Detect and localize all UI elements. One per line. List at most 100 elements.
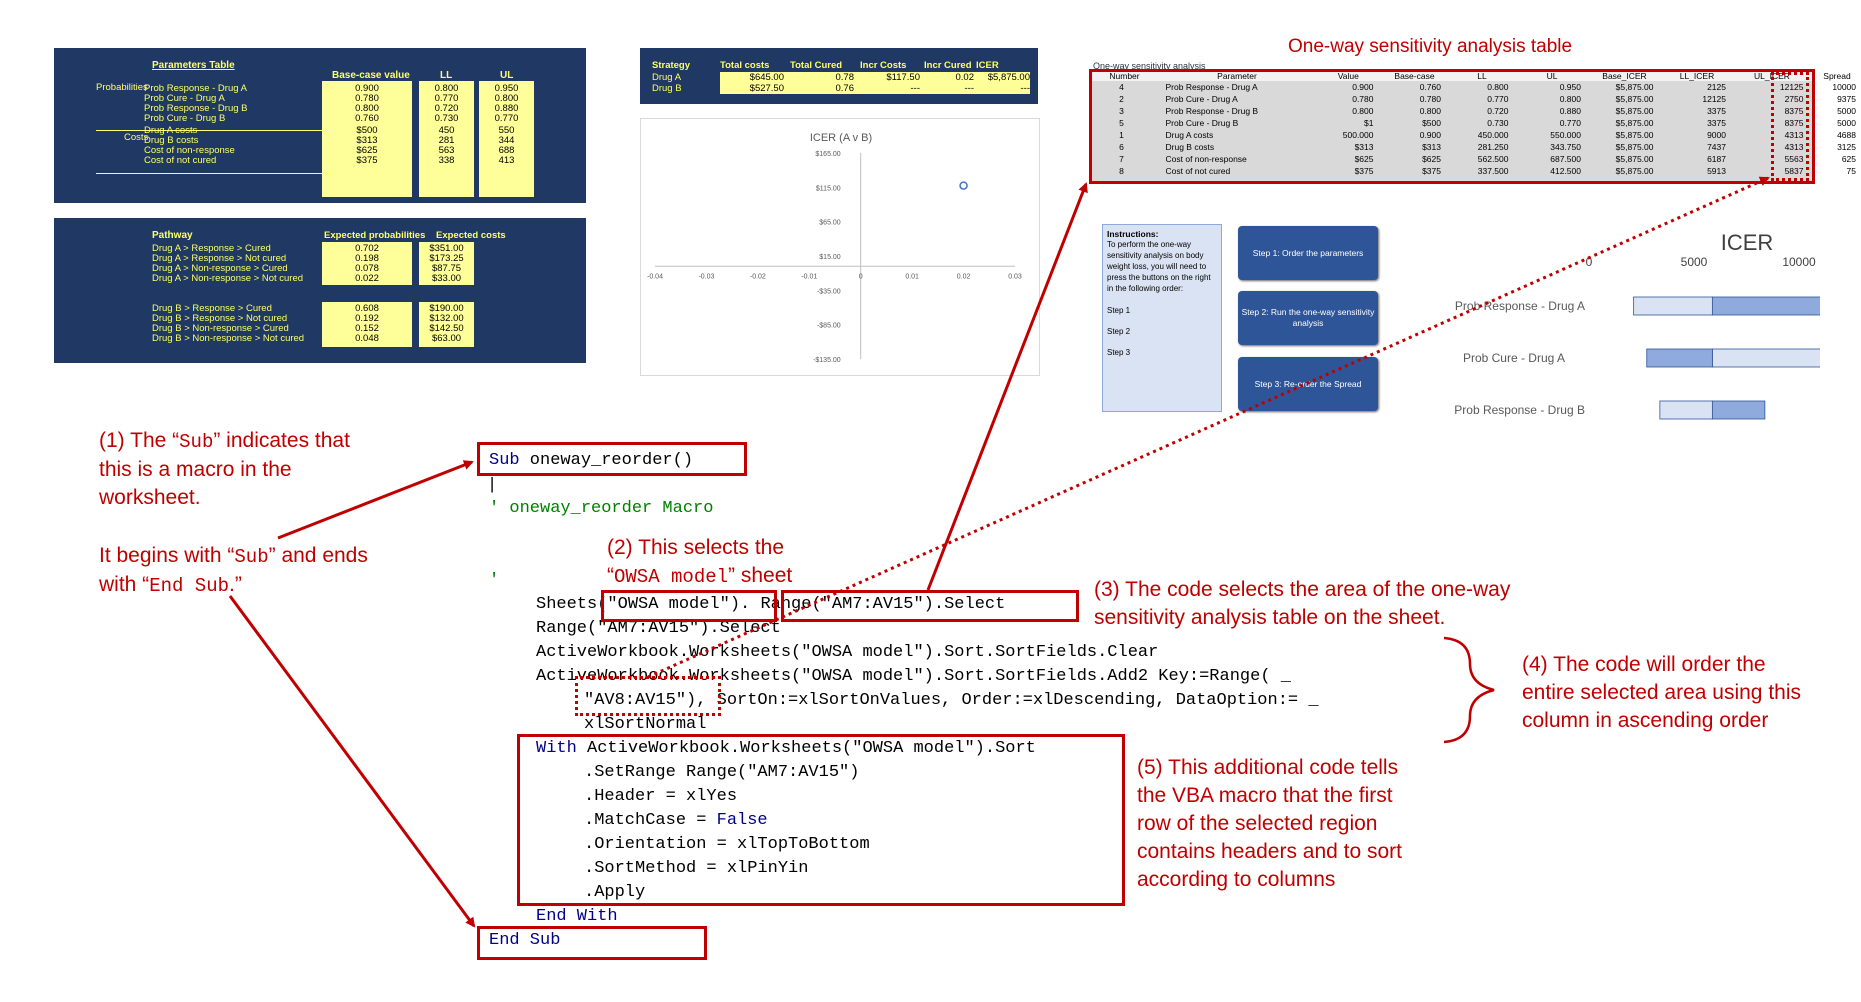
strategy-header: Strategy xyxy=(652,60,691,71)
scatter-x-tick: -0.03 xyxy=(698,273,714,280)
parameters-table: Parameters Table Base-case value LL UL P… xyxy=(54,48,586,203)
scatter-y-tick: $165.00 xyxy=(815,151,840,158)
strategy-value: --- xyxy=(1020,83,1031,94)
note-3-line-1: (3) The code selects the area of the one… xyxy=(1094,578,1511,601)
group-divider xyxy=(96,130,322,131)
note-2-text-c: ” sheet xyxy=(728,564,793,587)
note-1-text-e: It begins with “ xyxy=(99,544,235,567)
sub-highlight xyxy=(477,442,747,476)
note-1-text-h: .” xyxy=(229,573,242,596)
param-name: Prob Cure - Drug B xyxy=(144,113,226,124)
note-1-line-5: with “End Sub.” xyxy=(99,571,368,600)
scatter-x-tick: -0.02 xyxy=(750,273,766,280)
code-comment-2: ' oneway_reorder Macro xyxy=(489,499,714,518)
note-5-line-5: according to columns xyxy=(1137,868,1336,891)
pathway-cost: $33.00 xyxy=(431,273,462,284)
owsa-cell: 9375 xyxy=(1837,94,1856,104)
note-1-text-a: (1) The “ xyxy=(99,429,180,452)
step-1-button[interactable]: Step 1: Order the parameters xyxy=(1238,226,1378,280)
header-ul: UL xyxy=(500,70,514,81)
tornado-x-tick: 0 xyxy=(1586,255,1593,269)
tornado-label: Prob Cure - Drug A xyxy=(1463,351,1565,365)
pathway-cost: $63.00 xyxy=(431,333,462,344)
param-ul: 0.770 xyxy=(494,113,519,124)
param-base: 0.760 xyxy=(355,113,379,124)
strategy-header: Incr Costs xyxy=(860,60,907,71)
note-5-line-4: contains headers and to sort xyxy=(1137,840,1403,863)
step-2-button[interactable]: Step 2: Run the one-way sensitivity anal… xyxy=(1238,291,1378,345)
scatter-x-tick: 0.03 xyxy=(1008,273,1022,280)
header-exp-cost: Expected costs xyxy=(436,230,506,241)
scatter-x-tick: -0.01 xyxy=(801,273,817,280)
note-3-line-2: sensitivity analysis table on the sheet. xyxy=(1094,606,1446,629)
param-ul: 413 xyxy=(498,155,515,166)
scatter-y-tick: -$35.00 xyxy=(817,288,841,295)
strategy-name: Drug B xyxy=(652,83,682,94)
spread-column-highlight xyxy=(1771,72,1809,181)
end-sub-highlight xyxy=(477,926,707,960)
tornado-label: Prob Response - Drug B xyxy=(1454,403,1585,417)
note-4-line-1: (4) The code will order the xyxy=(1522,653,1766,676)
instructions-body: To perform the one-way sensitivity analy… xyxy=(1107,240,1211,293)
strategy-header: Incr Cured xyxy=(924,60,972,71)
owsa-cell: 5000 xyxy=(1837,118,1856,128)
owsa-header: Spread xyxy=(1823,71,1851,81)
with-block-highlight xyxy=(517,734,1125,906)
owsa-cell: 5000 xyxy=(1837,106,1856,116)
icer-scatter-chart: ICER (A v B) -0.04 -0.03 -0.02 -0.01 0 0.01 0.… xyxy=(640,118,1040,376)
tornado-x-tick: 5000 xyxy=(1681,255,1708,269)
pathway-prob: 0.048 xyxy=(355,333,379,344)
note-2-line-2: “OWSA model” sheet xyxy=(607,562,792,591)
scatter-point xyxy=(959,181,968,190)
tornado-bar-low xyxy=(1659,400,1713,420)
tornado-x-tick: 10000 xyxy=(1782,255,1816,269)
pathway-name: Drug A > Non-response > Not cured xyxy=(152,273,304,284)
scatter-plot: ICER (A v B) -0.04 -0.03 -0.02 -0.01 0 0.01 0.… xyxy=(647,132,1022,364)
note-1-text-b: ” indicates that xyxy=(213,429,350,452)
tornado-title: ICER xyxy=(1721,230,1774,255)
strategy-value: 0.02 xyxy=(955,72,975,83)
tornado-bar-high xyxy=(1646,348,1713,368)
owsa-table-highlight xyxy=(1089,69,1815,184)
strategy-value: --- xyxy=(964,83,975,94)
note-1-line-3: worksheet. xyxy=(99,486,201,509)
note-1: (1) The “ Sub ” indicates that this is a m… xyxy=(99,427,368,600)
note-4: (4) The code will order the entire selec… xyxy=(1522,651,1801,735)
scatter-y-tick: $115.00 xyxy=(816,185,841,192)
strategy-value: 0.76 xyxy=(835,83,855,94)
note-2-code: OWSA model xyxy=(614,566,729,588)
note-1-text-f: ” and ends xyxy=(268,544,368,567)
note-4-line-2: entire selected area using this xyxy=(1522,681,1801,704)
note-5-line-2: the VBA macro that the first xyxy=(1137,784,1393,807)
note-2: (2) This selects the “OWSA model” sheet xyxy=(607,534,792,591)
note-1-code-e: Sub xyxy=(234,546,269,568)
step-3-button[interactable]: Step 3: Re-order the Spread xyxy=(1238,357,1378,411)
scatter-y-tick: -$135.00 xyxy=(813,357,841,364)
scatter-y-tick: $15.00 xyxy=(819,254,841,261)
instructions-title: Instructions: xyxy=(1107,229,1159,239)
icer-tornado-chart: ICER 0 5000 10000 Prob Response - Drug A Pro… xyxy=(1440,214,1820,434)
header-pathway: Pathway xyxy=(152,230,193,241)
header-base: Base-case value xyxy=(332,70,410,81)
tornado-bar-high xyxy=(1711,400,1766,420)
note-5-line-3: row of the selected region xyxy=(1137,812,1378,835)
note-5: (5) This additional code tells the VBA m… xyxy=(1137,754,1402,894)
scatter-x-tick: -0.04 xyxy=(647,273,663,280)
table-bottom-line xyxy=(96,173,322,174)
scatter-y-tick: -$85.00 xyxy=(817,323,841,330)
header-exp-prob: Expected probabilities xyxy=(324,230,426,241)
owsa-cell: 10000 xyxy=(1832,82,1856,92)
owsa-cell: 75 xyxy=(1846,166,1856,176)
code-sort-options: , SortOn:=xlSortOnValues, Order:=xlDesce… xyxy=(696,691,1319,710)
strategy-value: $527.50 xyxy=(749,83,784,94)
owsa-cell: 625 xyxy=(1841,154,1856,164)
note-1-line-2: this is a macro in the xyxy=(99,458,292,481)
note-1-line-4: It begins with “Sub” and ends xyxy=(99,542,368,571)
scatter-y-tick: $65.00 xyxy=(819,220,841,227)
instructions-step-3: Step 3 xyxy=(1107,348,1131,357)
owsa-cell: 3125 xyxy=(1837,142,1856,152)
scatter-x-tick: 0 xyxy=(859,273,863,280)
sheet-highlight xyxy=(601,590,777,622)
tornado-label: Prob Response - Drug A xyxy=(1455,299,1585,313)
strategy-header: Total Cured xyxy=(790,60,843,71)
